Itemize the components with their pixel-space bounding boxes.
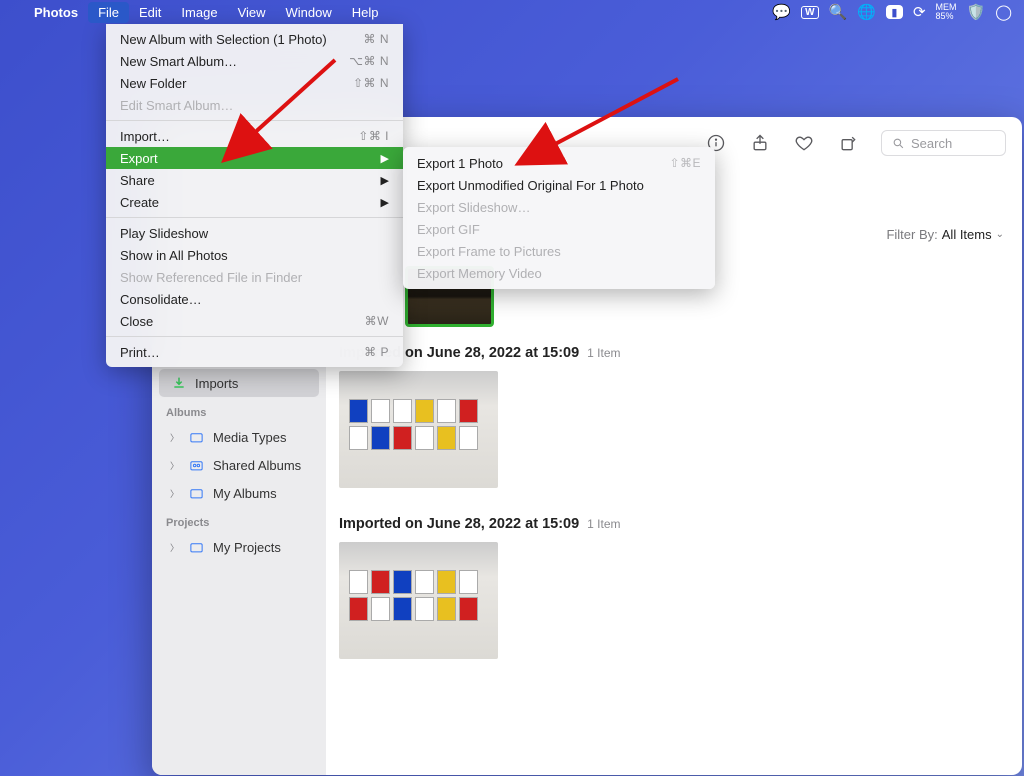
- chevron-right-icon: 〉: [170, 541, 180, 554]
- group-title: Imported on June 28, 2022 at 15:09: [339, 516, 579, 532]
- group-count: 1 Item: [587, 517, 620, 531]
- file-edit-smart-album: Edit Smart Album…: [106, 94, 403, 116]
- photo-thumbnail[interactable]: [339, 542, 498, 659]
- sidebar-item-media-types[interactable]: 〉 Media Types: [152, 423, 326, 451]
- chevron-down-icon: ⌄: [996, 229, 1004, 240]
- share-icon[interactable]: [749, 132, 771, 154]
- filter-row[interactable]: Filter By: All Items ⌄: [886, 227, 1004, 242]
- group-count: 1 Item: [587, 346, 620, 360]
- file-export[interactable]: Export▶: [106, 147, 403, 169]
- status-icon-camera[interactable]: ▮: [886, 5, 903, 19]
- export-1-photo[interactable]: Export 1 Photo⇧⌘E: [403, 152, 715, 174]
- file-import[interactable]: Import…⇧⌘ I: [106, 125, 403, 147]
- file-close[interactable]: Close⌘W: [106, 310, 403, 332]
- sidebar-item-my-albums[interactable]: 〉 My Albums: [152, 479, 326, 507]
- menu-separator: [106, 120, 403, 121]
- file-share[interactable]: Share▶: [106, 169, 403, 191]
- menu-help[interactable]: Help: [342, 2, 389, 23]
- file-show-referenced: Show Referenced File in Finder: [106, 266, 403, 288]
- sidebar-item-shared-albums[interactable]: 〉 Shared Albums: [152, 451, 326, 479]
- export-submenu: Export 1 Photo⇧⌘E Export Unmodified Orig…: [403, 147, 715, 289]
- status-mem[interactable]: MEM85%: [936, 3, 957, 21]
- folder-icon: [188, 429, 205, 446]
- group-header: Imported on June 28, 2022 at 15:09 1 Ite…: [334, 498, 1022, 542]
- menubar-left: Photos File Edit Image View Window Help: [12, 2, 389, 23]
- favorite-icon[interactable]: [793, 132, 815, 154]
- status-icon-wechat[interactable]: 💬: [772, 3, 791, 21]
- rotate-icon[interactable]: [837, 132, 859, 154]
- export-memory-video: Export Memory Video: [403, 262, 715, 284]
- menu-separator: [106, 217, 403, 218]
- chevron-right-icon: ▶: [381, 152, 389, 165]
- sidebar-item-label: Shared Albums: [213, 458, 301, 473]
- sidebar-heading-projects: Projects: [152, 507, 326, 533]
- chevron-right-icon: 〉: [170, 459, 180, 472]
- sidebar-item-label: My Projects: [213, 540, 281, 555]
- export-unmodified-original[interactable]: Export Unmodified Original For 1 Photo: [403, 174, 715, 196]
- status-icon-more[interactable]: ◯: [995, 3, 1012, 21]
- export-gif: Export GIF: [403, 218, 715, 240]
- menu-edit[interactable]: Edit: [129, 2, 171, 23]
- sidebar-item-label: My Albums: [213, 486, 277, 501]
- group-header: Imported on June 28, 2022 at 15:09 1 Ite…: [334, 327, 1022, 371]
- menubar: Photos File Edit Image View Window Help …: [0, 0, 1024, 24]
- sidebar-item-label: Media Types: [213, 430, 286, 445]
- search-placeholder: Search: [911, 136, 952, 151]
- export-slideshow: Export Slideshow…: [403, 196, 715, 218]
- status-icon-search[interactable]: 🔍: [829, 3, 848, 21]
- search-icon: [892, 137, 905, 150]
- menu-window[interactable]: Window: [276, 2, 342, 23]
- file-menu-dropdown: New Album with Selection (1 Photo)⌘ N Ne…: [106, 24, 403, 367]
- menu-image[interactable]: Image: [171, 2, 227, 23]
- status-icon-sync[interactable]: ⟳: [913, 3, 926, 21]
- file-create[interactable]: Create▶: [106, 191, 403, 213]
- menu-file[interactable]: File: [88, 2, 129, 23]
- shared-icon: [188, 457, 205, 474]
- sidebar-item-imports[interactable]: Imports: [159, 369, 319, 397]
- status-icon-app[interactable]: W: [801, 6, 818, 19]
- file-new-folder[interactable]: New Folder⇧⌘ N: [106, 72, 403, 94]
- app-name[interactable]: Photos: [24, 2, 88, 23]
- chevron-right-icon: 〉: [170, 487, 180, 500]
- file-play-slideshow[interactable]: Play Slideshow: [106, 222, 403, 244]
- menu-view[interactable]: View: [228, 2, 276, 23]
- menu-separator: [106, 336, 403, 337]
- export-frame-to-pictures: Export Frame to Pictures: [403, 240, 715, 262]
- file-show-all-photos[interactable]: Show in All Photos: [106, 244, 403, 266]
- status-icon-shield[interactable]: 🛡️: [967, 3, 986, 21]
- chevron-right-icon: ▶: [381, 196, 389, 209]
- file-print[interactable]: Print…⌘ P: [106, 341, 403, 363]
- album-icon: [188, 485, 205, 502]
- file-consolidate[interactable]: Consolidate…: [106, 288, 403, 310]
- file-new-smart-album[interactable]: New Smart Album…⌥⌘ N: [106, 50, 403, 72]
- status-icon-browser[interactable]: 🌐: [857, 3, 876, 21]
- menubar-right: 💬 W 🔍 🌐 ▮ ⟳ MEM85% 🛡️ ◯: [772, 3, 1012, 21]
- chevron-right-icon: ▶: [381, 174, 389, 187]
- sidebar-item-label: Imports: [195, 376, 238, 391]
- chevron-right-icon: 〉: [170, 431, 180, 444]
- filter-value: All Items: [942, 227, 992, 242]
- sidebar-item-my-projects[interactable]: 〉 My Projects: [152, 533, 326, 561]
- sidebar-heading-albums: Albums: [152, 397, 326, 423]
- toolbar-right: Search: [705, 130, 1006, 156]
- file-new-album[interactable]: New Album with Selection (1 Photo)⌘ N: [106, 28, 403, 50]
- photo-thumbnail[interactable]: [339, 371, 498, 488]
- download-icon: [170, 375, 187, 392]
- project-icon: [188, 539, 205, 556]
- filter-label: Filter By:: [886, 227, 937, 242]
- search-box[interactable]: Search: [881, 130, 1006, 156]
